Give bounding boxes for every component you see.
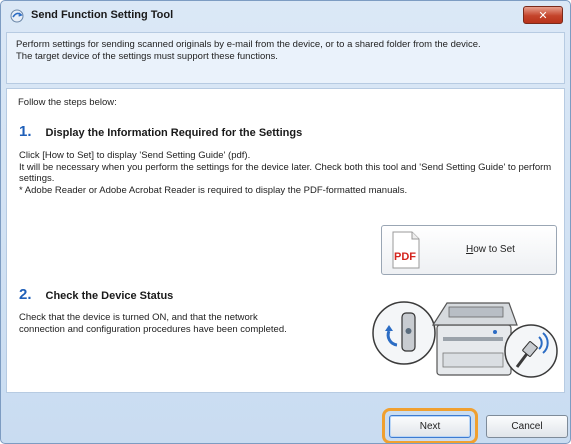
step1-desc-line-2: It will be necessary when you perform th… <box>19 161 552 185</box>
how-to-set-label-rest: ow to Set <box>473 244 515 255</box>
step1-number: 1. <box>19 123 32 140</box>
window-title: Send Function Setting Tool <box>31 9 174 21</box>
app-icon <box>10 9 24 23</box>
cancel-button[interactable]: Cancel <box>486 415 568 438</box>
description-panel: Perform settings for sending scanned ori… <box>6 32 565 84</box>
step2-number: 2. <box>19 286 32 303</box>
how-to-set-button[interactable]: PDF How to Set <box>381 225 557 275</box>
steps-panel: Follow the steps below: 1. Display the I… <box>6 88 565 393</box>
dialog-window: Send Function Setting Tool ✕ Perform set… <box>0 0 571 444</box>
step1-desc-line-1: Click [How to Set] to display 'Send Sett… <box>19 150 251 161</box>
title-bar[interactable]: Send Function Setting Tool ✕ <box>1 1 570 31</box>
step1-description: Click [How to Set] to display 'Send Sett… <box>19 150 559 196</box>
close-button[interactable]: ✕ <box>523 6 563 24</box>
close-icon: ✕ <box>538 9 548 22</box>
how-to-set-label: How to Set <box>466 244 515 255</box>
multifunction-printer-illustration <box>372 301 558 378</box>
next-button[interactable]: Next <box>389 415 471 438</box>
footer-bar <box>1 397 570 443</box>
description-line-2: The target device of the settings must s… <box>16 51 278 62</box>
step2-description: Check that the device is turned ON, and … <box>19 312 287 335</box>
pdf-file-icon: PDF <box>392 231 420 269</box>
step1-title: Display the Information Required for the… <box>45 127 303 139</box>
step1-desc-line-3: * Adobe Reader or Adobe Acrobat Reader i… <box>19 184 408 196</box>
step1-heading: 1. Display the Information Required for … <box>19 123 302 140</box>
description-line-1: Perform settings for sending scanned ori… <box>16 39 481 50</box>
follow-steps-label: Follow the steps below: <box>18 97 117 108</box>
step2-heading: 2. Check the Device Status <box>19 286 173 303</box>
step2-title: Check the Device Status <box>45 290 174 302</box>
pdf-icon-label: PDF <box>394 251 416 263</box>
